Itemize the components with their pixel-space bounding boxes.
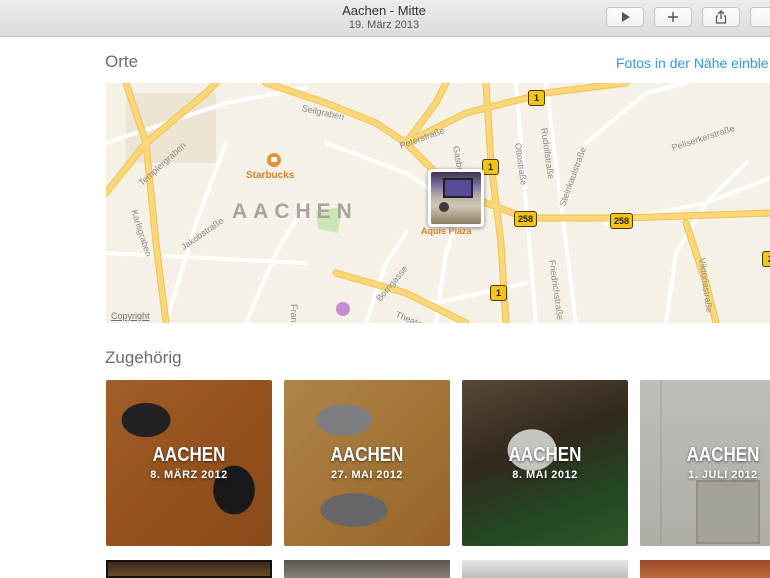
- add-button[interactable]: [654, 7, 692, 27]
- play-icon: [622, 12, 630, 22]
- photo-pin-label: Aquis Plaza: [421, 226, 472, 236]
- play-button[interactable]: [606, 7, 644, 27]
- related-memory-tile[interactable]: AACHEN 8. MÄRZ 2012: [106, 380, 272, 546]
- related-memory-tile[interactable]: AACHEN 1. JULI 2012: [640, 380, 770, 546]
- street-label: Franz: [289, 304, 299, 323]
- map-copyright-link[interactable]: Copyright: [111, 311, 150, 321]
- related-memory-tile[interactable]: [106, 560, 272, 578]
- tile-title: AACHEN: [686, 444, 760, 466]
- title-bar: Aachen - Mitte 19. März 2013: [0, 0, 770, 37]
- photo-pin-thumbnail: [431, 172, 481, 224]
- tile-title: AACHEN: [508, 444, 582, 466]
- related-heading: Zugehörig: [105, 348, 182, 367]
- tile-title: AACHEN: [330, 444, 404, 466]
- tile-title: AACHEN: [152, 444, 226, 466]
- window-title: Aachen - Mitte: [342, 3, 426, 18]
- related-memory-tile[interactable]: [284, 560, 450, 578]
- route-badge: 1: [528, 90, 545, 106]
- more-button[interactable]: [750, 7, 770, 27]
- photo-pin[interactable]: [428, 169, 484, 227]
- places-heading: Orte: [105, 52, 139, 71]
- plus-icon: [668, 12, 678, 22]
- tile-date: 8. MÄRZ 2012: [150, 469, 228, 481]
- tile-date: 27. MAI 2012: [330, 469, 404, 481]
- tile-date: 1. JULI 2012: [688, 469, 758, 481]
- places-map[interactable]: AACHEN Starbucks Seilgraben Templergrabe…: [106, 83, 770, 323]
- related-memory-tile[interactable]: AACHEN 27. MAI 2012: [284, 380, 450, 546]
- window-subtitle: 19. März 2013: [348, 19, 420, 31]
- tile-date: 8. MAI 2012: [512, 469, 578, 481]
- related-memory-tile[interactable]: [462, 560, 628, 578]
- route-badge: 2: [762, 251, 770, 267]
- map-poi-label: Starbucks: [246, 170, 295, 181]
- show-nearby-photos-link[interactable]: Fotos in der Nähe einble: [616, 55, 769, 71]
- share-button[interactable]: [702, 7, 740, 27]
- route-badge: 258: [610, 213, 634, 229]
- route-badge: 1: [482, 159, 499, 175]
- share-icon: [715, 10, 727, 24]
- map-city-label: AACHEN: [232, 200, 358, 223]
- related-memory-tile[interactable]: AACHEN 8. MAI 2012: [462, 380, 628, 546]
- route-badge: 1: [490, 285, 507, 301]
- coffee-icon[interactable]: [267, 153, 281, 167]
- related-memory-tile[interactable]: [640, 560, 770, 578]
- route-badge: 258: [514, 211, 538, 227]
